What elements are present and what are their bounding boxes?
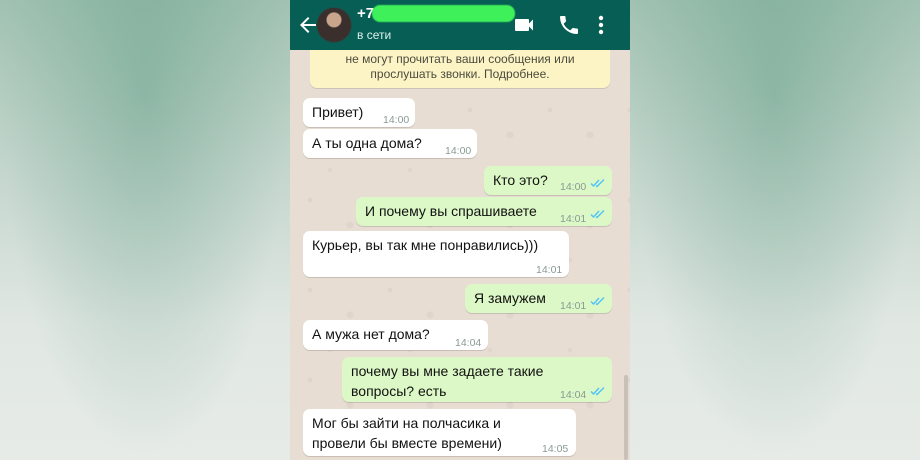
message-text: А мужа нет дома? xyxy=(312,326,430,342)
message-line: вопросы? есть xyxy=(351,383,447,399)
message-text: Привет) xyxy=(312,104,364,120)
chat-header: +7 в сети xyxy=(290,0,630,50)
message-text: И почему вы спрашиваете xyxy=(365,203,537,219)
message-time: 14:01 xyxy=(560,300,587,312)
blurred-background-left xyxy=(0,0,290,460)
avatar[interactable] xyxy=(316,7,352,43)
message-text: почему вы мне задаете такие вопросы? ест… xyxy=(351,361,543,401)
message-time: 14:01 xyxy=(560,213,587,225)
message-incoming[interactable]: Привет) 14:00 xyxy=(303,98,415,127)
message-time: 14:04 xyxy=(455,337,482,349)
read-ticks-icon xyxy=(590,387,605,396)
message-incoming[interactable]: Мог бы зайти на полчасика и провели бы в… xyxy=(303,409,576,456)
phone-call-icon[interactable] xyxy=(557,13,581,37)
message-text: А ты одна дома? xyxy=(312,135,422,151)
blurred-background-right xyxy=(628,0,920,460)
message-text: Мог бы зайти на полчасика и провели бы в… xyxy=(312,413,502,453)
redaction-mark xyxy=(372,5,515,22)
message-time: 14:05 xyxy=(542,443,569,455)
video-call-icon[interactable] xyxy=(512,13,536,37)
message-text: Курьер, вы так мне понравились))) xyxy=(312,237,539,253)
message-incoming[interactable]: А мужа нет дома? 14:04 xyxy=(303,320,488,350)
contact-status: в сети xyxy=(357,28,392,42)
message-time: 14:04 xyxy=(560,389,587,401)
notice-line-1: не могут прочитать ваши сообщения или xyxy=(345,52,575,66)
message-time: 14:00 xyxy=(445,145,472,157)
more-vertical-icon[interactable] xyxy=(596,13,606,37)
message-line: почему вы мне задаете такие xyxy=(351,363,544,379)
scrollbar[interactable] xyxy=(624,375,628,460)
message-text: Я замужем xyxy=(474,290,546,306)
message-time: 14:00 xyxy=(383,114,410,126)
message-time: 14:00 xyxy=(560,181,587,193)
read-ticks-icon xyxy=(590,179,605,188)
message-outgoing[interactable]: И почему вы спрашиваете 14:01 xyxy=(356,197,612,226)
message-incoming[interactable]: Курьер, вы так мне понравились))) 14:01 xyxy=(303,231,569,277)
message-outgoing[interactable]: почему вы мне задаете такие вопросы? ест… xyxy=(342,357,612,402)
message-line: Мог бы зайти на полчасика и xyxy=(312,415,501,431)
message-time: 14:01 xyxy=(536,264,563,276)
message-incoming[interactable]: А ты одна дома? 14:00 xyxy=(303,129,477,158)
message-text: Кто это? xyxy=(493,172,548,188)
chat-screen: +7 в сети не могут прочитать ваши сообще… xyxy=(290,0,630,460)
read-ticks-icon xyxy=(590,210,605,219)
notice-line-2: прослушать звонки. Подробнее. xyxy=(370,67,550,81)
message-outgoing[interactable]: Кто это? 14:00 xyxy=(484,166,612,195)
message-outgoing[interactable]: Я замужем 14:01 xyxy=(465,284,612,313)
read-ticks-icon xyxy=(590,297,605,306)
message-line: провели бы вместе времени) xyxy=(312,435,502,451)
